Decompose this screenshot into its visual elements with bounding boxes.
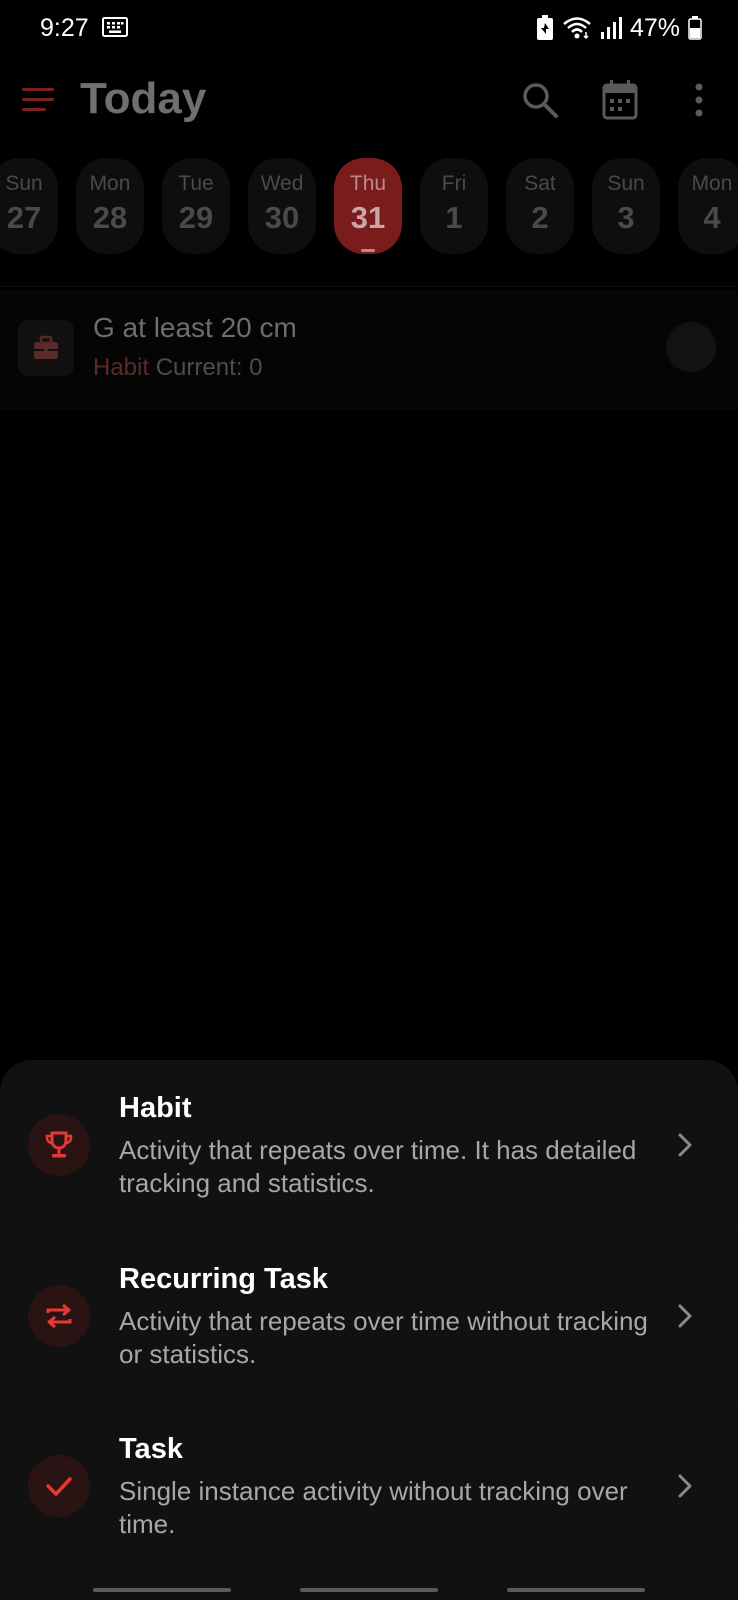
day-name: Mon	[691, 172, 733, 195]
check-icon	[46, 1477, 72, 1496]
option-icon	[28, 1455, 90, 1517]
option-icon	[28, 1285, 90, 1347]
battery-percentage: 47%	[629, 13, 680, 42]
day-chip[interactable]: Sun 27	[0, 158, 58, 254]
menu-icon[interactable]	[20, 82, 58, 118]
day-name: Sat	[524, 172, 556, 195]
more-vert-icon[interactable]	[686, 80, 712, 120]
nav-home-button[interactable]	[300, 1588, 438, 1592]
day-number: 1	[445, 200, 463, 235]
keyboard-icon	[102, 17, 128, 37]
day-chip[interactable]: Sat 2	[506, 158, 574, 254]
status-bar: 9:27 47%	[0, 0, 738, 58]
day-chip-selected[interactable]: Thu 31	[334, 158, 402, 254]
day-chip[interactable]: Mon 28	[76, 158, 144, 254]
wifi-icon	[563, 17, 591, 40]
day-number: 3	[617, 200, 635, 235]
option-title: Recurring Task	[119, 1263, 328, 1295]
battery-saver-icon	[536, 15, 553, 40]
option-description: Activity that repeats over time without …	[119, 1306, 648, 1369]
briefcase-icon	[34, 335, 58, 359]
day-name: Sun	[5, 172, 43, 195]
task-type: Habit	[93, 354, 150, 381]
day-name: Tue	[178, 172, 214, 195]
repeat-icon	[46, 1303, 72, 1329]
task-category	[18, 320, 74, 376]
option-habit[interactable]: Habit Activity that repeats over time. I…	[0, 1060, 738, 1230]
add-activity-sheet: Habit Activity that repeats over time. I…	[0, 1060, 738, 1600]
nav-recents-button[interactable]	[93, 1588, 231, 1592]
day-number: 4	[703, 200, 721, 235]
option-title: Habit	[119, 1092, 192, 1124]
day-name: Wed	[260, 172, 304, 195]
chevron-right-icon	[678, 1304, 692, 1328]
option-recurring-task[interactable]: Recurring Task Activity that repeats ove…	[0, 1230, 738, 1400]
top-app-bar: Today	[0, 62, 738, 138]
day-chip[interactable]: Sun 3	[592, 158, 660, 254]
option-description: Single instance activity without trackin…	[119, 1476, 628, 1539]
signal-icon	[600, 17, 622, 39]
day-number: 27	[6, 200, 42, 235]
calendar-icon[interactable]	[600, 78, 640, 122]
nav-back-button[interactable]	[507, 1588, 645, 1592]
day-chip[interactable]: Fri 1	[420, 158, 488, 254]
day-number: 28	[92, 200, 128, 235]
battery-icon	[688, 16, 702, 40]
day-chip[interactable]: Wed 30	[248, 158, 316, 254]
chevron-right-icon	[678, 1474, 692, 1498]
system-nav-bar	[0, 1580, 738, 1600]
day-name: Thu	[349, 172, 387, 195]
day-chip[interactable]: Tue 29	[162, 158, 230, 254]
option-description: Activity that repeats over time. It has …	[119, 1135, 637, 1198]
day-number: 31	[350, 200, 386, 235]
chevron-right-icon	[678, 1133, 692, 1157]
task-check-button[interactable]	[666, 322, 716, 372]
task-subtitle: Habit Current: 0	[93, 354, 262, 382]
task-status: Current: 0	[155, 354, 263, 381]
divider	[0, 286, 738, 287]
day-chip[interactable]: Mon 4	[678, 158, 738, 254]
page-title: Today	[80, 74, 207, 123]
day-name: Mon	[89, 172, 131, 195]
option-title: Task	[119, 1433, 183, 1465]
day-number: 30	[264, 200, 300, 235]
task-title: G at least 20 cm	[93, 312, 297, 343]
option-task[interactable]: Task Single instance activity without tr…	[0, 1400, 738, 1570]
day-name: Fri	[441, 172, 467, 195]
day-number: 2	[531, 200, 549, 235]
status-time: 9:27	[40, 14, 89, 42]
trophy-icon	[45, 1131, 73, 1158]
option-icon	[28, 1114, 90, 1176]
task-row[interactable]: G at least 20 cm Habit Current: 0	[0, 290, 738, 410]
day-name: Sun	[607, 172, 645, 195]
date-strip: Sun 27 Mon 28 Tue 29 Wed 30 Thu 31 Fri 1 Sat 2 …	[0, 156, 738, 256]
search-icon[interactable]	[520, 80, 560, 120]
day-number: 29	[178, 200, 214, 235]
